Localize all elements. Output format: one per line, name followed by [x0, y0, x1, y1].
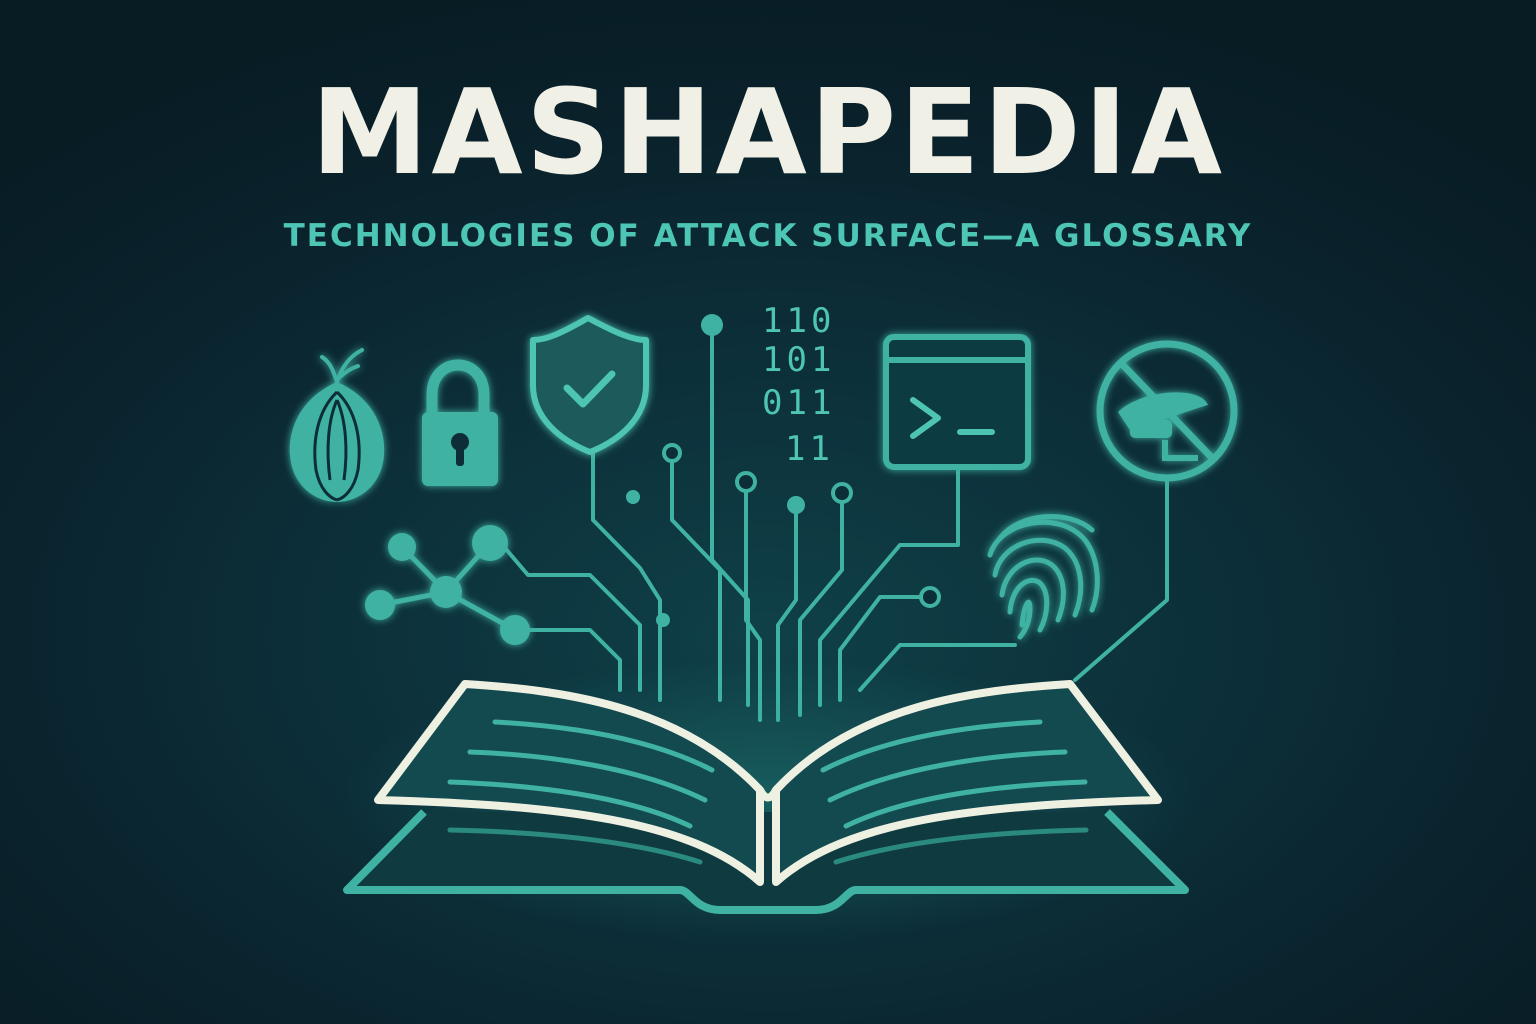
circuit-node: [735, 471, 757, 493]
circuit-node: [662, 443, 682, 463]
padlock-icon: [422, 359, 498, 486]
shield-check-icon: [530, 315, 649, 455]
onion-icon: [289, 348, 385, 502]
binary-line: 110: [762, 301, 835, 341]
binary-line: 101: [762, 340, 835, 380]
illustration: 110 101 011 11: [289, 301, 1238, 940]
network-nodes-icon: [365, 525, 530, 645]
circuit-trace: [591, 448, 662, 702]
no-surveillance-camera-icon: [1096, 340, 1238, 482]
cover-canvas: MASHAPEDIA TECHNOLOGIES OF ATTACK SURFAC…: [0, 0, 1536, 1024]
terminal-icon: [883, 334, 1031, 470]
circuit-dot: [701, 314, 723, 336]
circuit-node: [919, 586, 941, 608]
circuit-trace: [710, 323, 750, 707]
circuit-dot: [787, 496, 805, 514]
binary-stream: 110 101 011 11: [762, 301, 835, 469]
circuit-node: [831, 482, 853, 504]
fingerprint-icon: [987, 514, 1100, 640]
binary-line: 11: [785, 429, 834, 469]
circuit-dot: [626, 490, 640, 504]
circuit-trace: [1073, 476, 1169, 682]
binary-line: 011: [762, 383, 835, 423]
open-book-icon: [338, 660, 1198, 940]
circuit-dot: [656, 613, 670, 627]
